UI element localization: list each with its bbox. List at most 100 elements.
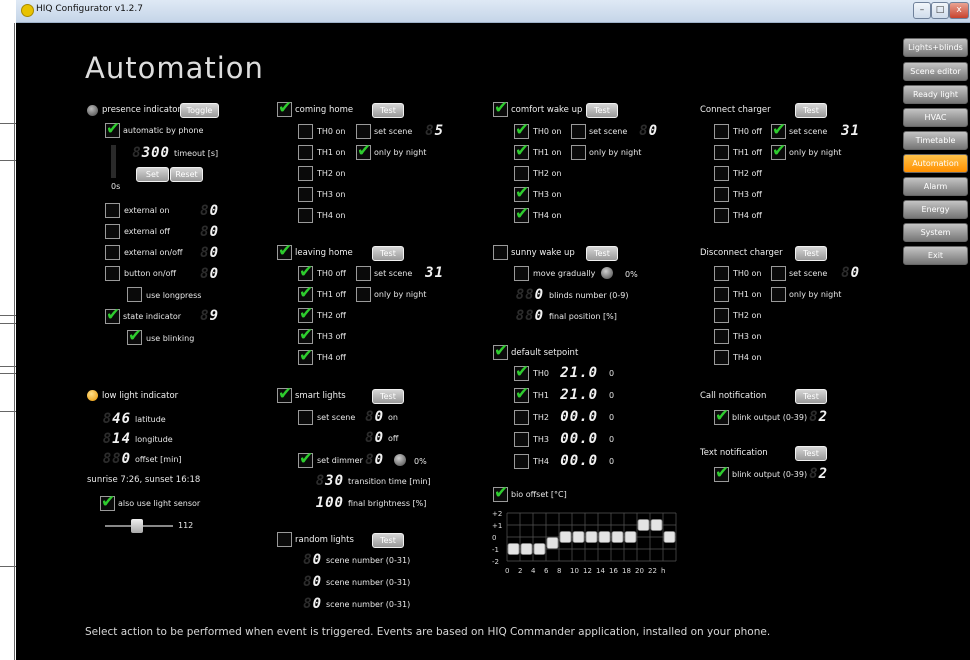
toggle-button[interactable]: Toggle [180, 103, 219, 118]
bio-offset-handle[interactable] [663, 531, 676, 543]
coming-set-scene-checkbox[interactable] [356, 124, 371, 139]
random-lights-test-button[interactable]: Test [372, 533, 404, 548]
nav-exit[interactable]: Exit [903, 246, 968, 265]
smart-set-scene-checkbox[interactable] [298, 410, 313, 425]
comfort-wake-test-button[interactable]: Test [586, 103, 618, 118]
light-sensor-slider-thumb[interactable] [131, 519, 143, 533]
random-lights-checkbox[interactable] [277, 532, 292, 547]
maximize-button[interactable]: □ [931, 2, 949, 19]
bio-offset-handle[interactable] [650, 519, 663, 531]
set-button[interactable]: Set [136, 167, 169, 182]
disconnect-th2-checkbox[interactable] [714, 308, 729, 323]
comfort-th1-checkbox[interactable] [514, 141, 529, 161]
coming-home-test-button[interactable]: Test [372, 103, 404, 118]
move-gradually-checkbox[interactable] [514, 266, 529, 281]
connect-th3-checkbox[interactable] [714, 187, 729, 202]
external-off-checkbox[interactable] [105, 224, 120, 239]
call-notification-test-button[interactable]: Test [795, 389, 827, 404]
leaving-home-checkbox[interactable] [277, 241, 292, 261]
disconnect-charger-test-button[interactable]: Test [795, 246, 827, 261]
connect-th4-checkbox[interactable] [714, 208, 729, 223]
light-sensor-checkbox[interactable] [100, 492, 115, 512]
bio-offset-handle[interactable] [546, 537, 559, 549]
disconnect-th4-checkbox[interactable] [714, 350, 729, 365]
text-notification-test-button[interactable]: Test [795, 446, 827, 461]
leaving-th0-checkbox[interactable] [298, 262, 313, 282]
connect-set-scene-checkbox[interactable] [771, 120, 786, 140]
connect-th1-checkbox[interactable] [714, 145, 729, 160]
bio-offset-checkbox[interactable] [493, 483, 508, 503]
bio-offset-chart[interactable]: +2 +1 0 -1 -2 0 2 4 6 8 10 12 14 16 18 20 22 h [490, 507, 690, 595]
comfort-wake-checkbox[interactable] [493, 98, 508, 118]
connect-th0-checkbox[interactable] [714, 124, 729, 139]
close-button[interactable]: x [949, 2, 969, 19]
disconnect-only-night-checkbox[interactable] [771, 287, 786, 302]
connect-th2-checkbox[interactable] [714, 166, 729, 181]
coming-th1-checkbox[interactable] [298, 145, 313, 160]
text-blink-checkbox[interactable] [714, 463, 729, 483]
nav-system[interactable]: System [903, 223, 968, 242]
external-onoff-checkbox[interactable] [105, 245, 120, 260]
bio-offset-handle[interactable] [598, 531, 611, 543]
setpoint-th2-checkbox[interactable] [514, 410, 529, 425]
bio-offset-handle[interactable] [624, 531, 637, 543]
nav-timetable[interactable]: Timetable [903, 131, 968, 150]
bio-offset-handle[interactable] [533, 543, 546, 555]
comfort-th3-checkbox[interactable] [514, 183, 529, 203]
nav-lights-blinds[interactable]: Lights+blinds [903, 38, 968, 57]
nav-alarm[interactable]: Alarm [903, 177, 968, 196]
leaving-set-scene-checkbox[interactable] [356, 266, 371, 281]
use-longpress-checkbox[interactable] [127, 287, 142, 302]
disconnect-th0-checkbox[interactable] [714, 266, 729, 281]
setpoint-th0-checkbox[interactable] [514, 362, 529, 382]
setpoint-th1-checkbox[interactable] [514, 384, 529, 404]
setpoint-th3-checkbox[interactable] [514, 432, 529, 447]
bio-offset-handle[interactable] [559, 531, 572, 543]
bio-offset-handle[interactable] [572, 531, 585, 543]
sunny-wake-test-button[interactable]: Test [586, 246, 618, 261]
setpoint-th4-checkbox[interactable] [514, 454, 529, 469]
bio-offset-handle[interactable] [507, 543, 520, 555]
nav-energy[interactable]: Energy [903, 200, 968, 219]
external-on-checkbox[interactable] [105, 203, 120, 218]
reset-button[interactable]: Reset [170, 167, 203, 182]
use-blinking-checkbox[interactable] [127, 326, 142, 346]
smart-lights-test-button[interactable]: Test [372, 389, 404, 404]
dimmer-knob-icon[interactable] [394, 454, 406, 466]
coming-home-checkbox[interactable] [277, 98, 292, 118]
bio-offset-handle[interactable] [585, 531, 598, 543]
nav-automation[interactable]: Automation [903, 154, 968, 173]
leaving-th2-checkbox[interactable] [298, 304, 313, 324]
comfort-th2-checkbox[interactable] [514, 166, 529, 181]
comfort-set-scene-checkbox[interactable] [571, 124, 586, 139]
move-knob-icon[interactable] [601, 267, 613, 279]
comfort-th4-checkbox[interactable] [514, 204, 529, 224]
bio-offset-handle[interactable] [611, 531, 624, 543]
comfort-only-night-checkbox[interactable] [571, 145, 586, 160]
leaving-only-night-checkbox[interactable] [356, 287, 371, 302]
nav-ready-light[interactable]: Ready light [903, 85, 968, 104]
disconnect-th1-checkbox[interactable] [714, 287, 729, 302]
call-blink-checkbox[interactable] [714, 406, 729, 426]
coming-th0-checkbox[interactable] [298, 124, 313, 139]
bio-offset-handle[interactable] [637, 519, 650, 531]
coming-th4-checkbox[interactable] [298, 208, 313, 223]
button-onoff-checkbox[interactable] [105, 266, 120, 281]
leaving-th3-checkbox[interactable] [298, 325, 313, 345]
connect-charger-test-button[interactable]: Test [795, 103, 827, 118]
leaving-th4-checkbox[interactable] [298, 346, 313, 366]
sunny-wake-checkbox[interactable] [493, 245, 508, 260]
minimize-button[interactable]: – [913, 2, 931, 19]
disconnect-set-scene-checkbox[interactable] [771, 266, 786, 281]
leaving-th1-checkbox[interactable] [298, 283, 313, 303]
nav-scene-editor[interactable]: Scene editor [903, 62, 968, 81]
disconnect-th3-checkbox[interactable] [714, 329, 729, 344]
nav-hvac[interactable]: HVAC [903, 108, 968, 127]
coming-only-night-checkbox[interactable] [356, 141, 371, 161]
default-setpoint-checkbox[interactable] [493, 341, 508, 361]
leaving-home-test-button[interactable]: Test [372, 246, 404, 261]
state-indicator-checkbox[interactable] [105, 305, 120, 325]
bio-offset-handle[interactable] [520, 543, 533, 555]
smart-lights-checkbox[interactable] [277, 384, 292, 404]
smart-set-dimmer-checkbox[interactable] [298, 449, 313, 469]
